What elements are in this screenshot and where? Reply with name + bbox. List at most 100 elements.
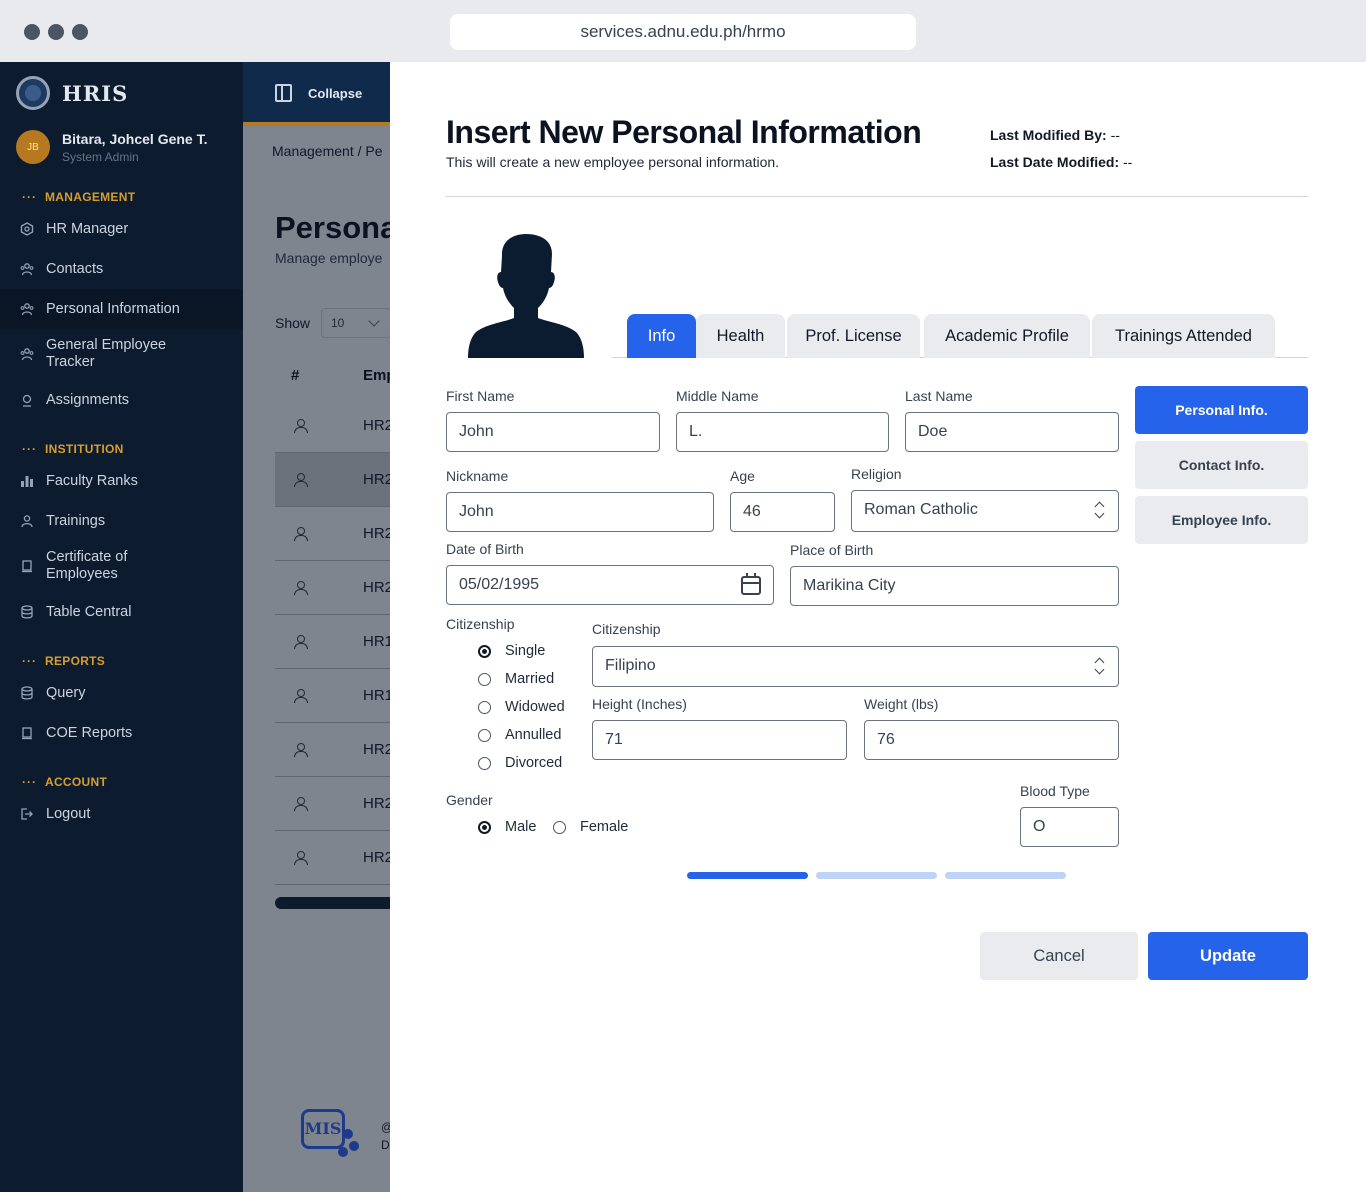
personal-info-button[interactable]: Personal Info.: [1135, 386, 1308, 434]
cancel-button[interactable]: Cancel: [980, 932, 1138, 980]
people-icon: [20, 262, 34, 276]
employee-id: HR2: [363, 849, 390, 866]
age-label: Age: [730, 468, 755, 484]
user-icon: [294, 743, 308, 757]
height-input[interactable]: 71: [592, 720, 847, 760]
page-size-select[interactable]: 10: [321, 308, 390, 338]
column-header[interactable]: Emp: [363, 367, 390, 384]
table-row[interactable]: HR2: [275, 453, 390, 507]
sidebar-item-certificate-of-employees[interactable]: Certificate of Employees: [0, 548, 243, 584]
tab-prof-license[interactable]: Prof. License: [787, 314, 920, 358]
weight-label: Weight (lbs): [864, 696, 939, 712]
radio-annulled[interactable]: Annulled: [478, 727, 561, 743]
dob-label: Date of Birth: [446, 541, 524, 557]
nickname-input[interactable]: John: [446, 492, 714, 532]
user-icon: [294, 689, 308, 703]
sidebar-item-table-central[interactable]: Table Central: [0, 602, 243, 622]
religion-label: Religion: [851, 466, 902, 482]
citizenship-select[interactable]: Filipino: [592, 646, 1119, 687]
dob-input[interactable]: 05/02/1995: [446, 565, 774, 605]
user-icon: [294, 797, 308, 811]
employee-info-button[interactable]: Employee Info.: [1135, 496, 1308, 544]
radio-female[interactable]: Female: [553, 819, 628, 835]
table-row[interactable]: HR2: [275, 723, 390, 777]
update-button[interactable]: Update: [1148, 932, 1308, 980]
employee-id: HR2: [363, 741, 390, 758]
sidebar-item-general-employee-tracker[interactable]: General Employee Tracker: [0, 336, 243, 372]
window-dot-icon[interactable]: [24, 24, 40, 40]
user-icon: [294, 473, 308, 487]
radio-selected-icon: [478, 644, 491, 658]
citizenship-label: Citizenship: [592, 621, 661, 637]
table-row[interactable]: HR2: [275, 777, 390, 831]
section-institution: ··· INSTITUTION: [22, 442, 124, 456]
last-name-input[interactable]: Doe: [905, 412, 1119, 452]
table-row[interactable]: HR2: [275, 831, 390, 885]
weight-input[interactable]: 76: [864, 720, 1119, 760]
profile-photo-placeholder[interactable]: [468, 232, 584, 358]
sidebar-item-trainings[interactable]: Trainings: [0, 511, 243, 531]
sidebar-item-personal-information[interactable]: Personal Information: [0, 289, 243, 329]
tab-health[interactable]: Health: [696, 314, 785, 358]
collapse-icon[interactable]: [275, 84, 292, 102]
blood-type-label: Blood Type: [1020, 783, 1090, 799]
window-dot-icon[interactable]: [72, 24, 88, 40]
brand-name: HRIS: [62, 80, 129, 106]
table-row[interactable]: HR2: [275, 507, 390, 561]
religion-select[interactable]: Roman Catholic: [851, 490, 1119, 532]
people-icon: [20, 347, 34, 361]
radio-married[interactable]: Married: [478, 671, 554, 687]
blood-type-input[interactable]: O: [1020, 807, 1119, 847]
sidebar-item-logout[interactable]: Logout: [0, 804, 243, 824]
mis-logo: MIS: [299, 1107, 359, 1159]
table-row[interactable]: HR1: [275, 615, 390, 669]
user-icon: [294, 635, 308, 649]
top-bar: Collapse: [243, 62, 390, 126]
contact-info-button[interactable]: Contact Info.: [1135, 441, 1308, 489]
first-name-input[interactable]: John: [446, 412, 660, 452]
page-subtitle: Manage employe: [275, 250, 383, 266]
tab-trainings-attended[interactable]: Trainings Attended: [1092, 314, 1275, 358]
radio-widowed[interactable]: Widowed: [478, 699, 565, 715]
radio-empty-icon: [478, 728, 491, 742]
user-role: System Admin: [62, 149, 139, 164]
sidebar-item-hr-manager[interactable]: HR Manager: [0, 219, 243, 239]
column-header[interactable]: #: [291, 367, 299, 384]
step-indicator: [945, 872, 1066, 879]
sidebar-item-coe-reports[interactable]: COE Reports: [0, 723, 243, 743]
tab-academic-profile[interactable]: Academic Profile: [924, 314, 1090, 358]
sidebar-item-contacts[interactable]: Contacts: [0, 259, 243, 279]
select-arrows-icon: [1094, 502, 1106, 518]
middle-name-input[interactable]: L.: [676, 412, 889, 452]
sidebar-item-faculty-ranks[interactable]: Faculty Ranks: [0, 471, 243, 491]
table-row[interactable]: HR2: [275, 561, 390, 615]
address-bar[interactable]: services.adnu.edu.ph/hrmo: [450, 14, 916, 50]
show-label: Show: [275, 315, 311, 331]
step-indicator: [816, 872, 937, 879]
sidebar-item-assignments[interactable]: Assignments: [0, 390, 243, 410]
user-profile[interactable]: JB Bitara, Johcel Gene T. System Admin: [16, 130, 208, 164]
age-input[interactable]: 46: [730, 492, 835, 532]
table-row[interactable]: HR1: [275, 669, 390, 723]
people-icon: [20, 302, 34, 316]
radio-male[interactable]: Male: [478, 819, 536, 835]
database-icon: [20, 605, 34, 619]
pob-input[interactable]: Marikina City: [790, 566, 1119, 606]
page-title: Persona: [275, 210, 390, 245]
tab-info[interactable]: Info: [627, 314, 696, 358]
employee-id: HR2: [363, 525, 390, 542]
bar-chart-icon: [20, 474, 34, 488]
calendar-icon[interactable]: [741, 573, 761, 595]
horizontal-scrollbar[interactable]: [275, 897, 390, 909]
employee-id: HR1: [363, 687, 390, 704]
user-icon: [20, 514, 34, 528]
window-dot-icon[interactable]: [48, 24, 64, 40]
logout-icon: [20, 807, 34, 821]
radio-divorced[interactable]: Divorced: [478, 755, 562, 771]
collapse-button[interactable]: Collapse: [308, 86, 362, 101]
brand[interactable]: HRIS: [16, 76, 128, 110]
table-row[interactable]: HR2: [275, 399, 390, 453]
height-label: Height (Inches): [592, 696, 687, 712]
radio-single[interactable]: Single: [478, 643, 545, 659]
sidebar-item-query[interactable]: Query: [0, 683, 243, 703]
